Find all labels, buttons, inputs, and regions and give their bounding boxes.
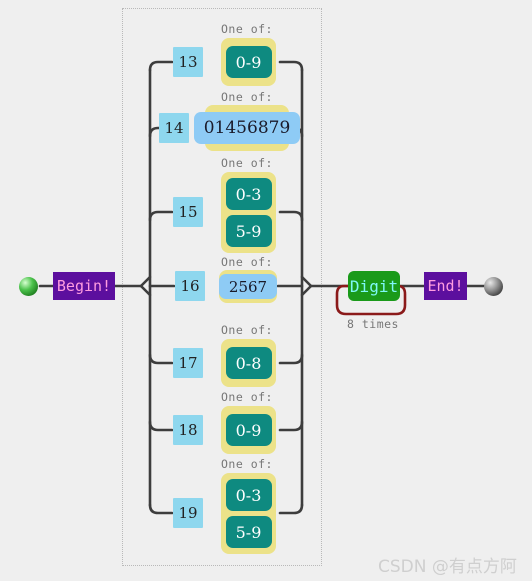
end-dot-icon <box>484 277 503 296</box>
group-number-19[interactable]: 19 <box>173 498 203 528</box>
begin-terminal[interactable]: Begin! <box>53 272 115 300</box>
charclass-19[interactable]: 0-3 5-9 <box>221 473 276 554</box>
digit-reference-node[interactable]: Digit <box>348 271 400 301</box>
charclass-15[interactable]: 0-3 5-9 <box>221 172 276 253</box>
range-item: 5-9 <box>225 516 272 548</box>
range-item: 0-9 <box>225 46 272 78</box>
branch-caption-13: One of: <box>221 22 273 36</box>
branch-caption-14: One of: <box>221 90 273 104</box>
range-item: 0-8 <box>225 347 272 379</box>
watermark-text: CSDN @有点方阿 <box>378 557 517 577</box>
start-dot-icon <box>19 277 38 296</box>
group-number-16[interactable]: 16 <box>175 271 205 301</box>
range-item: 5-9 <box>225 215 272 247</box>
charclass-14[interactable]: 01456879 <box>193 105 301 151</box>
charclass-18[interactable]: 0-9 <box>221 406 276 454</box>
end-terminal[interactable]: End! <box>424 272 467 300</box>
branch-caption-16: One of: <box>221 255 273 269</box>
group-number-17[interactable]: 17 <box>173 348 203 378</box>
charclass-17[interactable]: 0-8 <box>221 339 276 387</box>
range-item: 0-9 <box>225 414 272 446</box>
group-number-15[interactable]: 15 <box>173 197 203 227</box>
literal-item: 2567 <box>218 274 278 299</box>
charclass-13[interactable]: 0-9 <box>221 38 276 86</box>
group-number-13[interactable]: 13 <box>173 47 203 77</box>
range-item: 0-3 <box>225 479 272 511</box>
group-number-14[interactable]: 14 <box>159 113 189 143</box>
railroad-diagram-canvas: One of: 13 0-9 One of: 14 01456879 One o… <box>0 0 532 581</box>
branch-caption-19: One of: <box>221 457 273 471</box>
branch-caption-15: One of: <box>221 156 273 170</box>
loop-repetition-label: 8 times <box>347 317 399 331</box>
branch-caption-18: One of: <box>221 390 273 404</box>
literal-item: 01456879 <box>193 112 301 144</box>
branch-caption-17: One of: <box>221 323 273 337</box>
range-item: 0-3 <box>225 178 272 210</box>
charclass-16[interactable]: 2567 <box>218 270 278 303</box>
group-number-18[interactable]: 18 <box>173 415 203 445</box>
